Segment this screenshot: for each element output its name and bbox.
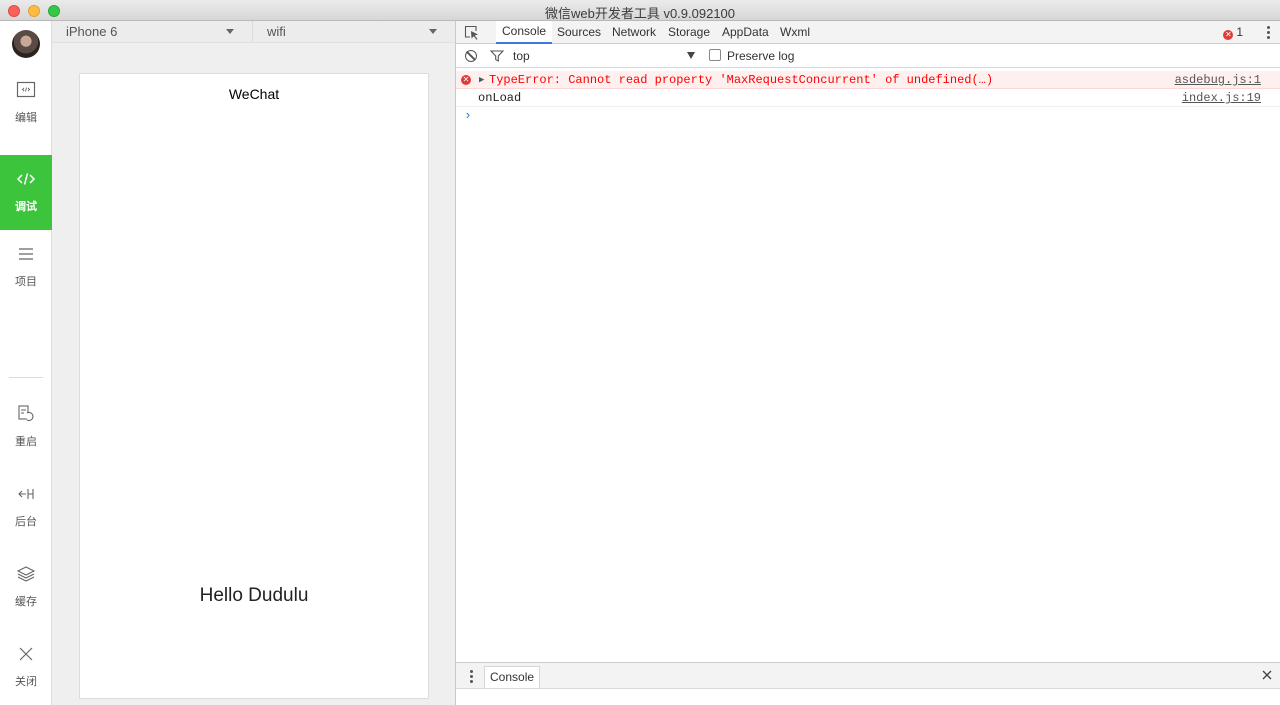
expand-triangle-icon[interactable]: ▶ (479, 71, 484, 89)
sidebar-item-cache[interactable]: 缓存 (0, 550, 52, 625)
sidebar-item-background[interactable]: 后台 (0, 470, 52, 545)
devtools-panel: Console Sources Network Storage AppData … (455, 21, 1280, 705)
sidebar-divider (9, 377, 43, 378)
title-bar: 微信web开发者工具 v0.9.092100 (0, 0, 1280, 21)
sidebar-item-close[interactable]: 关闭 (0, 630, 52, 705)
simulator-area: WeChat Hello Dudulu (52, 43, 455, 705)
code-brackets-icon (16, 173, 36, 185)
tab-console[interactable]: Console (496, 21, 553, 44)
sidebar-item-label: 调试 (15, 201, 37, 213)
left-sidebar: 编辑 调试 项目 重启 后台 缓存 关闭 (0, 21, 52, 705)
tab-wxml[interactable]: Wxml (774, 21, 816, 43)
log-source-link[interactable]: index.js:19 (1182, 89, 1261, 107)
close-icon (19, 647, 33, 661)
tab-storage[interactable]: Storage (662, 21, 716, 43)
device-select-value: iPhone 6 (66, 24, 118, 39)
code-window-icon (16, 81, 36, 98)
sidebar-item-restart[interactable]: 重启 (0, 390, 52, 465)
menu-lines-icon (19, 248, 33, 260)
clear-console-icon[interactable] (465, 50, 477, 62)
tab-sources[interactable]: Sources (551, 21, 607, 43)
layers-icon (16, 566, 36, 582)
drawer-bar: Console (456, 662, 1280, 689)
log-message: onLoad (478, 91, 522, 105)
error-count-badge[interactable]: ✕ 1 (1223, 25, 1243, 40)
filter-icon[interactable] (490, 50, 504, 62)
context-select-value: top (513, 49, 530, 63)
sidebar-item-project[interactable]: 项目 (0, 230, 52, 305)
error-icon: ✕ (1223, 30, 1234, 40)
chevron-down-icon (429, 29, 437, 34)
log-source-link[interactable]: asdebug.js:1 (1175, 71, 1261, 89)
background-icon (18, 489, 34, 499)
sidebar-item-debug[interactable]: 调试 (0, 155, 52, 230)
preserve-log-label: Preserve log (727, 49, 795, 63)
phone-content-text: Hello Dudulu (199, 585, 309, 606)
checkbox-icon[interactable] (709, 49, 721, 61)
close-drawer-icon[interactable] (1261, 669, 1273, 681)
console-output[interactable]: ✕ ▶ TypeError: Cannot read property 'Max… (456, 68, 1280, 662)
tab-network[interactable]: Network (606, 21, 662, 43)
context-select[interactable]: top (513, 48, 699, 64)
devtools-tab-bar: Console Sources Network Storage AppData … (456, 21, 1280, 44)
sidebar-item-label: 编辑 (15, 112, 37, 124)
sidebar-item-edit[interactable]: 编辑 (0, 66, 52, 141)
sidebar-item-label: 重启 (15, 436, 37, 448)
inspect-element-icon[interactable] (464, 25, 480, 40)
chevron-down-icon (226, 29, 234, 34)
preserve-log-checkbox[interactable]: Preserve log (709, 48, 794, 64)
tab-appdata[interactable]: AppData (716, 21, 775, 43)
avatar[interactable] (12, 30, 40, 58)
sidebar-item-label: 项目 (15, 276, 37, 288)
error-icon: ✕ (461, 75, 471, 85)
sidebar-item-label: 缓存 (15, 596, 37, 608)
network-select[interactable]: wifi (253, 21, 455, 42)
phone-screen[interactable]: WeChat Hello Dudulu (79, 73, 429, 699)
drawer-menu-icon[interactable] (470, 670, 473, 685)
network-select-value: wifi (267, 24, 286, 39)
console-log-row[interactable]: onLoad index.js:19 (456, 89, 1280, 107)
error-count: 1 (1236, 25, 1243, 39)
log-message: TypeError: Cannot read property 'MaxRequ… (489, 73, 994, 87)
drawer-tab-console[interactable]: Console (484, 666, 541, 688)
restart-icon (18, 405, 34, 422)
console-prompt[interactable]: › (464, 108, 472, 123)
window-title: 微信web开发者工具 v0.9.092100 (544, 6, 736, 21)
chevron-down-icon (687, 52, 695, 59)
device-select[interactable]: iPhone 6 (52, 21, 253, 42)
console-filter-bar: top Preserve log (456, 44, 1280, 68)
sidebar-item-label: 后台 (15, 516, 37, 528)
phone-nav-title: WeChat (228, 86, 280, 102)
simulator-toolbar: iPhone 6 wifi (52, 21, 455, 43)
more-options-icon[interactable] (1267, 26, 1271, 40)
sidebar-item-label: 关闭 (15, 676, 37, 688)
console-error-row[interactable]: ✕ ▶ TypeError: Cannot read property 'Max… (456, 71, 1280, 89)
